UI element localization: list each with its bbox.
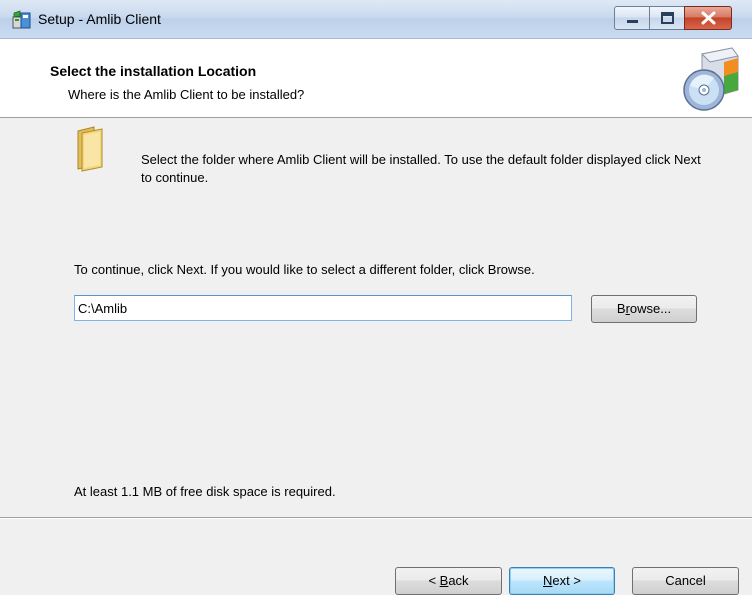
window-title: Setup - Amlib Client bbox=[38, 11, 161, 27]
next-label-post: ext > bbox=[552, 573, 581, 588]
minimize-icon bbox=[627, 20, 638, 23]
back-label-pre: < bbox=[428, 573, 440, 588]
close-button[interactable] bbox=[684, 6, 732, 30]
back-button[interactable]: < Back bbox=[395, 567, 502, 595]
close-icon bbox=[701, 11, 716, 25]
setup-installer-icon bbox=[12, 10, 32, 30]
install-path-input[interactable] bbox=[74, 295, 572, 321]
maximize-icon bbox=[661, 12, 674, 24]
minimize-button[interactable] bbox=[614, 6, 650, 30]
page-title: Select the installation Location bbox=[50, 63, 257, 79]
browse-label-post: owse... bbox=[629, 301, 672, 316]
next-button[interactable]: Next > bbox=[509, 567, 615, 595]
folder-icon bbox=[72, 125, 110, 173]
maximize-button[interactable] bbox=[649, 6, 685, 30]
footer-divider bbox=[0, 517, 752, 519]
next-label-accel: N bbox=[543, 573, 553, 588]
intro-text: Select the folder where Amlib Client wil… bbox=[141, 152, 701, 185]
setup-disc-box-icon bbox=[680, 46, 740, 112]
page-subtitle: Where is the Amlib Client to be installe… bbox=[68, 87, 305, 102]
continue-hint: To continue, click Next. If you would li… bbox=[74, 262, 535, 277]
wizard-header: Select the installation Location Where i… bbox=[0, 39, 752, 118]
browse-label-pre: B bbox=[616, 301, 626, 316]
back-label-post: ack bbox=[448, 573, 469, 588]
browse-button[interactable]: Browse... bbox=[591, 295, 697, 323]
setup-window: Setup - Amlib Client Select the installa… bbox=[0, 0, 752, 595]
cancel-button[interactable]: Cancel bbox=[632, 567, 739, 595]
disk-space-text: At least 1.1 MB of free disk space is re… bbox=[74, 484, 336, 499]
title-bar[interactable]: Setup - Amlib Client bbox=[0, 0, 752, 39]
